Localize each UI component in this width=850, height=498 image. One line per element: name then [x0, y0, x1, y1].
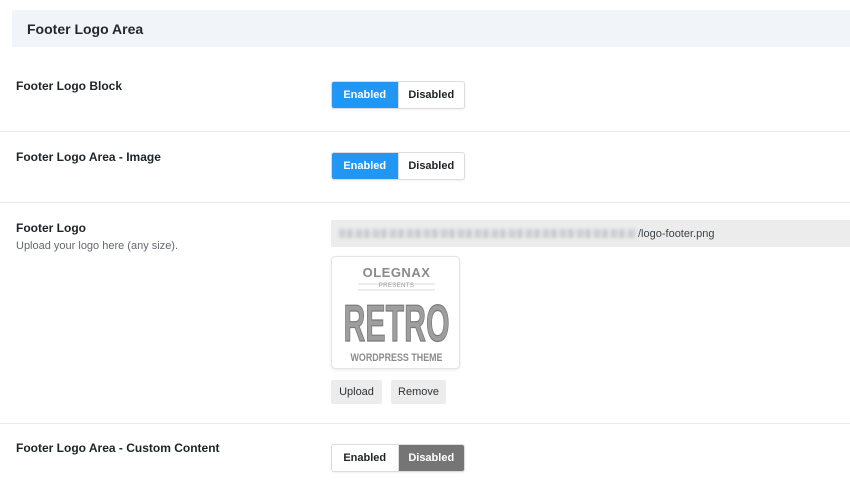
divider [0, 423, 850, 424]
footer-logo-block-label: Footer Logo Block [16, 79, 122, 93]
footer-logo-url-suffix: /logo-footer.png [638, 227, 715, 240]
divider [0, 131, 850, 132]
footer-logo-preview: OLEGNAX PRESENTS RETRO WORDPRESS THEME [331, 256, 460, 369]
footer-logo-description: Upload your logo here (any size). [16, 240, 179, 252]
retro-logo-image: OLEGNAX PRESENTS RETRO WORDPRESS THEME [343, 265, 450, 364]
divider [0, 202, 850, 203]
footer-logo-block-toggle: Enabled Disabled [331, 81, 465, 109]
footer-logo-block-disabled-button[interactable]: Disabled [397, 82, 465, 108]
footer-logo-image-enabled-button[interactable]: Enabled [332, 153, 398, 179]
footer-logo-custom-content-toggle: Enabled Disabled [331, 444, 465, 472]
redacted-url [339, 229, 637, 238]
footer-logo-custom-content-disabled-button[interactable]: Disabled [397, 445, 464, 471]
footer-logo-url-field[interactable]: /logo-footer.png [331, 220, 850, 247]
footer-logo-block-enabled-button[interactable]: Enabled [332, 82, 398, 108]
remove-button[interactable]: Remove [391, 380, 446, 404]
logo-text-main: RETRO [344, 295, 450, 353]
footer-logo-image-toggle: Enabled Disabled [331, 152, 465, 180]
footer-logo-image-disabled-button[interactable]: Disabled [397, 153, 465, 179]
footer-logo-label: Footer Logo [16, 221, 86, 235]
footer-logo-custom-content-enabled-button[interactable]: Enabled [332, 445, 398, 471]
section-title: Footer Logo Area [12, 10, 850, 47]
footer-logo-custom-content-label: Footer Logo Area - Custom Content [16, 441, 220, 455]
logo-text-bottom: WORDPRESS THEME [351, 352, 443, 364]
logo-text-sub: PRESENTS [379, 283, 415, 289]
upload-button[interactable]: Upload [331, 380, 382, 404]
footer-logo-image-label: Footer Logo Area - Image [16, 150, 161, 164]
logo-text-top: OLEGNAX [363, 265, 431, 280]
